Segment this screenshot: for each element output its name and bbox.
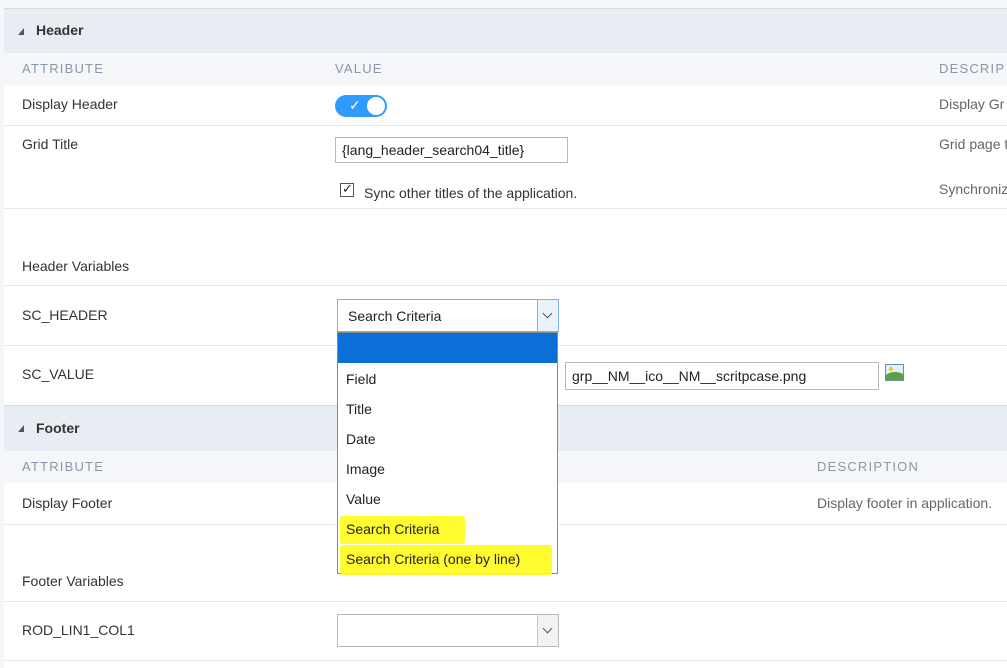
sc-value-input[interactable]: grp__NM__ico__NM__scritpcase.png: [565, 362, 879, 390]
dropdown-option-search-criteria[interactable]: Search Criteria: [346, 521, 439, 537]
grid-title-input[interactable]: {lang_header_search04_title}: [335, 137, 568, 163]
display-header-desc: Display Gr: [939, 96, 1005, 112]
display-header-toggle[interactable]: ✓: [335, 95, 387, 117]
sync-titles-checkbox[interactable]: ✓: [340, 181, 354, 197]
sc-header-label: SC_HEADER: [22, 307, 108, 323]
image-picker-icon[interactable]: [885, 364, 904, 381]
header-section-title: Header: [36, 22, 84, 38]
header-variables-label: Header Variables: [22, 258, 130, 274]
divider: [4, 125, 1007, 126]
divider: [4, 208, 1007, 209]
rod-lin1-col1-label: ROD_LIN1_COL1: [22, 622, 135, 638]
column-description: DESCRIP: [939, 61, 1006, 76]
divider: [4, 601, 1007, 602]
column-value: VALUE: [335, 61, 383, 76]
chevron-down-icon: [542, 623, 553, 634]
dropdown-arrow-button[interactable]: [537, 615, 558, 646]
hill-shape: [886, 372, 903, 380]
sun-shape: [889, 367, 893, 371]
sc-header-select[interactable]: Search Criteria: [337, 299, 559, 332]
toggle-knob: [367, 97, 385, 115]
check-icon: ✓: [349, 97, 361, 113]
display-footer-desc: Display footer in application.: [817, 495, 993, 511]
collapse-triangle-icon[interactable]: [18, 28, 24, 35]
check-icon: ✓: [342, 181, 353, 196]
header-section-bar[interactable]: Header: [4, 8, 1007, 54]
header-column-row: [4, 53, 1007, 85]
dropdown-option-date[interactable]: Date: [346, 431, 376, 447]
dropdown-option-field[interactable]: Field: [346, 371, 376, 387]
dropdown-option-value[interactable]: Value: [346, 491, 381, 507]
chevron-down-icon: [542, 308, 553, 319]
footer-variables-label: Footer Variables: [22, 573, 124, 589]
column-attribute: ATTRIBUTE: [22, 459, 105, 474]
dropdown-option-title[interactable]: Title: [346, 401, 372, 417]
grid-title-label: Grid Title: [22, 136, 79, 152]
dropdown-arrow-button[interactable]: [537, 300, 558, 331]
dropdown-option-search-criteria-one-by-line[interactable]: Search Criteria (one by line): [346, 551, 520, 567]
sync-titles-label: Sync other titles of the application.: [364, 185, 578, 201]
dropdown-option-image[interactable]: Image: [346, 461, 385, 477]
column-description: DESCRIPTION: [817, 459, 920, 474]
footer-section-title: Footer: [36, 420, 80, 436]
display-footer-label: Display Footer: [22, 495, 113, 511]
sync-titles-desc: Synchroniz: [939, 181, 1007, 197]
sc-value-label: SC_VALUE: [22, 366, 95, 382]
display-header-label: Display Header: [22, 96, 118, 112]
divider: [4, 660, 1007, 661]
column-attribute: ATTRIBUTE: [22, 61, 105, 76]
collapse-triangle-icon[interactable]: [18, 425, 24, 432]
rod-lin1-col1-select[interactable]: [337, 614, 559, 647]
dropdown-option-empty-selected[interactable]: [338, 333, 557, 363]
sc-header-selected-value: Search Criteria: [348, 308, 442, 324]
sc-header-dropdown-list: Field Title Date Image Value Search Crit…: [337, 332, 558, 575]
divider: [4, 285, 1007, 286]
grid-title-desc: Grid page t: [939, 136, 1007, 152]
